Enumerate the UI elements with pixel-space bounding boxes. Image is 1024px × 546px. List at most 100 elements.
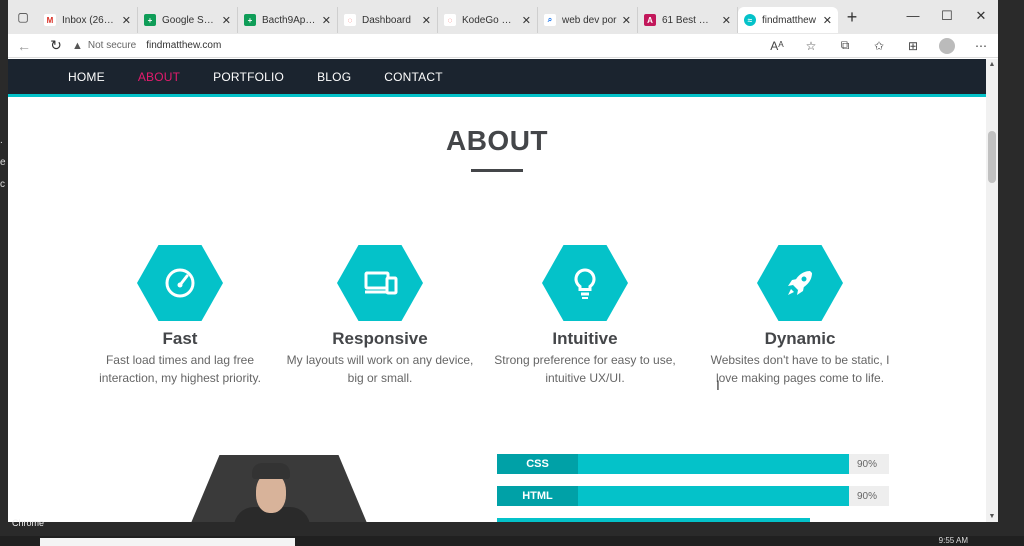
skill-percent: 90% (857, 458, 878, 470)
speedometer-icon (165, 268, 195, 298)
tab-4[interactable]: ◌ KodeGo Port ✕ (438, 7, 538, 33)
reload-icon[interactable]: ↻ (40, 37, 72, 54)
feature-intuitive: Intuitive Strong preference for easy to … (475, 245, 695, 387)
more-menu-icon[interactable]: ⋯ (964, 39, 998, 53)
tab-title: Google Shee (162, 14, 218, 26)
taskbar-tooltip: Chrome (12, 518, 45, 528)
photo-face (256, 473, 286, 513)
profile-photo (186, 455, 372, 522)
close-icon[interactable]: ✕ (422, 14, 431, 27)
feature-fast: Fast Fast load times and lag free intera… (70, 245, 290, 387)
close-icon[interactable]: ✕ (322, 14, 331, 27)
security-label[interactable]: Not secure (88, 40, 136, 51)
tab-7-active[interactable]: ≈ findmatthew ✕ (738, 7, 838, 33)
close-icon[interactable]: ✕ (222, 14, 231, 27)
minimize-icon[interactable]: — (896, 0, 930, 34)
feature-text: Fast load times and lag free interaction… (99, 353, 261, 385)
section-title: ABOUT (445, 125, 549, 156)
site-icon: A (644, 14, 656, 26)
sheets-icon: + (244, 14, 256, 26)
tab-5[interactable]: ⌕ web dev por ✕ (538, 7, 638, 33)
taskbar-clock: 9:55 AM (938, 536, 968, 545)
new-tab-button[interactable]: + (838, 7, 866, 28)
close-icon[interactable]: ✕ (122, 14, 131, 27)
close-icon[interactable]: ✕ (622, 14, 631, 27)
feature-text: My layouts will work on any device, big … (286, 353, 474, 385)
window-controls: — ☐ ✕ (896, 0, 998, 34)
feature-title: Dynamic (764, 329, 836, 348)
hexagon (137, 245, 223, 321)
scrollbar-thumb[interactable] (988, 131, 996, 183)
browser-window: ▢ M Inbox (269) - ✕ + Google Shee ✕ + Bacth9A… (8, 0, 998, 522)
url-text[interactable]: findmatthew.com (146, 40, 221, 51)
skill-percent: 90% (857, 490, 878, 502)
url-field[interactable]: ▲ Not secure findmatthew.com (72, 40, 760, 52)
feature-title: Responsive (332, 329, 428, 348)
nav-home[interactable]: HOME (68, 70, 105, 84)
devices-icon (364, 271, 398, 295)
skill-bar-partial (497, 518, 810, 522)
close-icon[interactable]: ✕ (823, 14, 832, 27)
loading-icon: ◌ (344, 14, 356, 26)
scroll-down-icon[interactable]: ▼ (986, 513, 998, 520)
tab-title: Bacth9ApexC (262, 14, 318, 26)
tab-title: 61 Best Web (662, 14, 718, 26)
loading-icon: ◌ (444, 14, 456, 26)
maximize-icon[interactable]: ☐ (930, 0, 964, 34)
tab-title: findmatthew (762, 14, 816, 26)
back-icon[interactable]: ← (8, 38, 40, 54)
skill-fill (578, 486, 849, 506)
tab-actions-icon[interactable]: ▢ (8, 0, 38, 34)
warning-icon[interactable]: ▲ (72, 40, 83, 52)
hexagon (337, 245, 423, 321)
skill-label: CSS (497, 454, 578, 474)
feature-dynamic: Dynamic Websites don't have to be static… (690, 245, 910, 387)
extensions-icon[interactable]: ⧉ (828, 38, 862, 53)
nav-about[interactable]: ABOUT (138, 70, 180, 84)
tab-title: KodeGo Port (462, 14, 518, 26)
close-icon[interactable]: ✕ (722, 14, 731, 27)
tab-title: Dashboard (362, 14, 411, 26)
hexagon (757, 245, 843, 321)
nav-portfolio[interactable]: PORTFOLIO (213, 70, 284, 84)
site-icon: ≈ (744, 14, 756, 26)
scrollbar[interactable]: ▲ ▼ (986, 59, 998, 522)
skill-bar-css: CSS 90% (497, 454, 889, 474)
tab-0[interactable]: M Inbox (269) - ✕ (38, 7, 138, 33)
skill-bar-html: HTML 90% (497, 486, 889, 506)
read-aloud-icon[interactable]: A͏ᴬ (760, 39, 794, 53)
profile-avatar[interactable] (939, 37, 955, 54)
tab-1[interactable]: + Google Shee ✕ (138, 7, 238, 33)
tab-2[interactable]: + Bacth9ApexC ✕ (238, 7, 338, 33)
search-icon: ⌕ (544, 14, 556, 26)
taskbar-search-box[interactable] (40, 538, 295, 546)
favorite-star-icon[interactable]: ☆ (794, 39, 828, 53)
favorites-icon[interactable]: ✩ (862, 39, 896, 53)
feature-text: Websites don't have to be static, I love… (710, 353, 890, 385)
feature-title: Fast (162, 329, 198, 348)
nav-blog[interactable]: BLOG (317, 70, 351, 84)
title-underline (471, 169, 523, 172)
tab-3[interactable]: ◌ Dashboard ✕ (338, 7, 438, 33)
feature-text: Strong preference for easy to use, intui… (494, 353, 676, 385)
skill-fill (578, 454, 849, 474)
feature-title: Intuitive (552, 329, 618, 348)
desktop-side-strip: .ec (0, 135, 6, 190)
close-icon[interactable]: ✕ (522, 14, 531, 27)
address-bar: ← ↻ ▲ Not secure findmatthew.com A͏ᴬ ☆ ⧉… (8, 34, 998, 58)
close-window-icon[interactable]: ✕ (964, 0, 998, 34)
collections-icon[interactable]: ⊞ (896, 39, 930, 53)
tab-title: Inbox (269) - (62, 14, 118, 26)
gmail-icon: M (44, 14, 56, 26)
tab-title: web dev por (562, 14, 617, 26)
feature-responsive: Responsive My layouts will work on any d… (270, 245, 490, 387)
lightbulb-icon (574, 268, 596, 299)
site-nav: HOME ABOUT PORTFOLIO BLOG CONTACT (8, 59, 986, 97)
scroll-up-icon[interactable]: ▲ (986, 61, 998, 68)
web-page: HOME ABOUT PORTFOLIO BLOG CONTACT ABOUT … (8, 59, 986, 522)
rocket-icon (788, 271, 812, 295)
nav-contact[interactable]: CONTACT (384, 70, 443, 84)
tab-6[interactable]: A 61 Best Web ✕ (638, 7, 738, 33)
tab-strip: ▢ M Inbox (269) - ✕ + Google Shee ✕ + Bacth9A… (8, 0, 998, 34)
sheets-icon: + (144, 14, 156, 26)
